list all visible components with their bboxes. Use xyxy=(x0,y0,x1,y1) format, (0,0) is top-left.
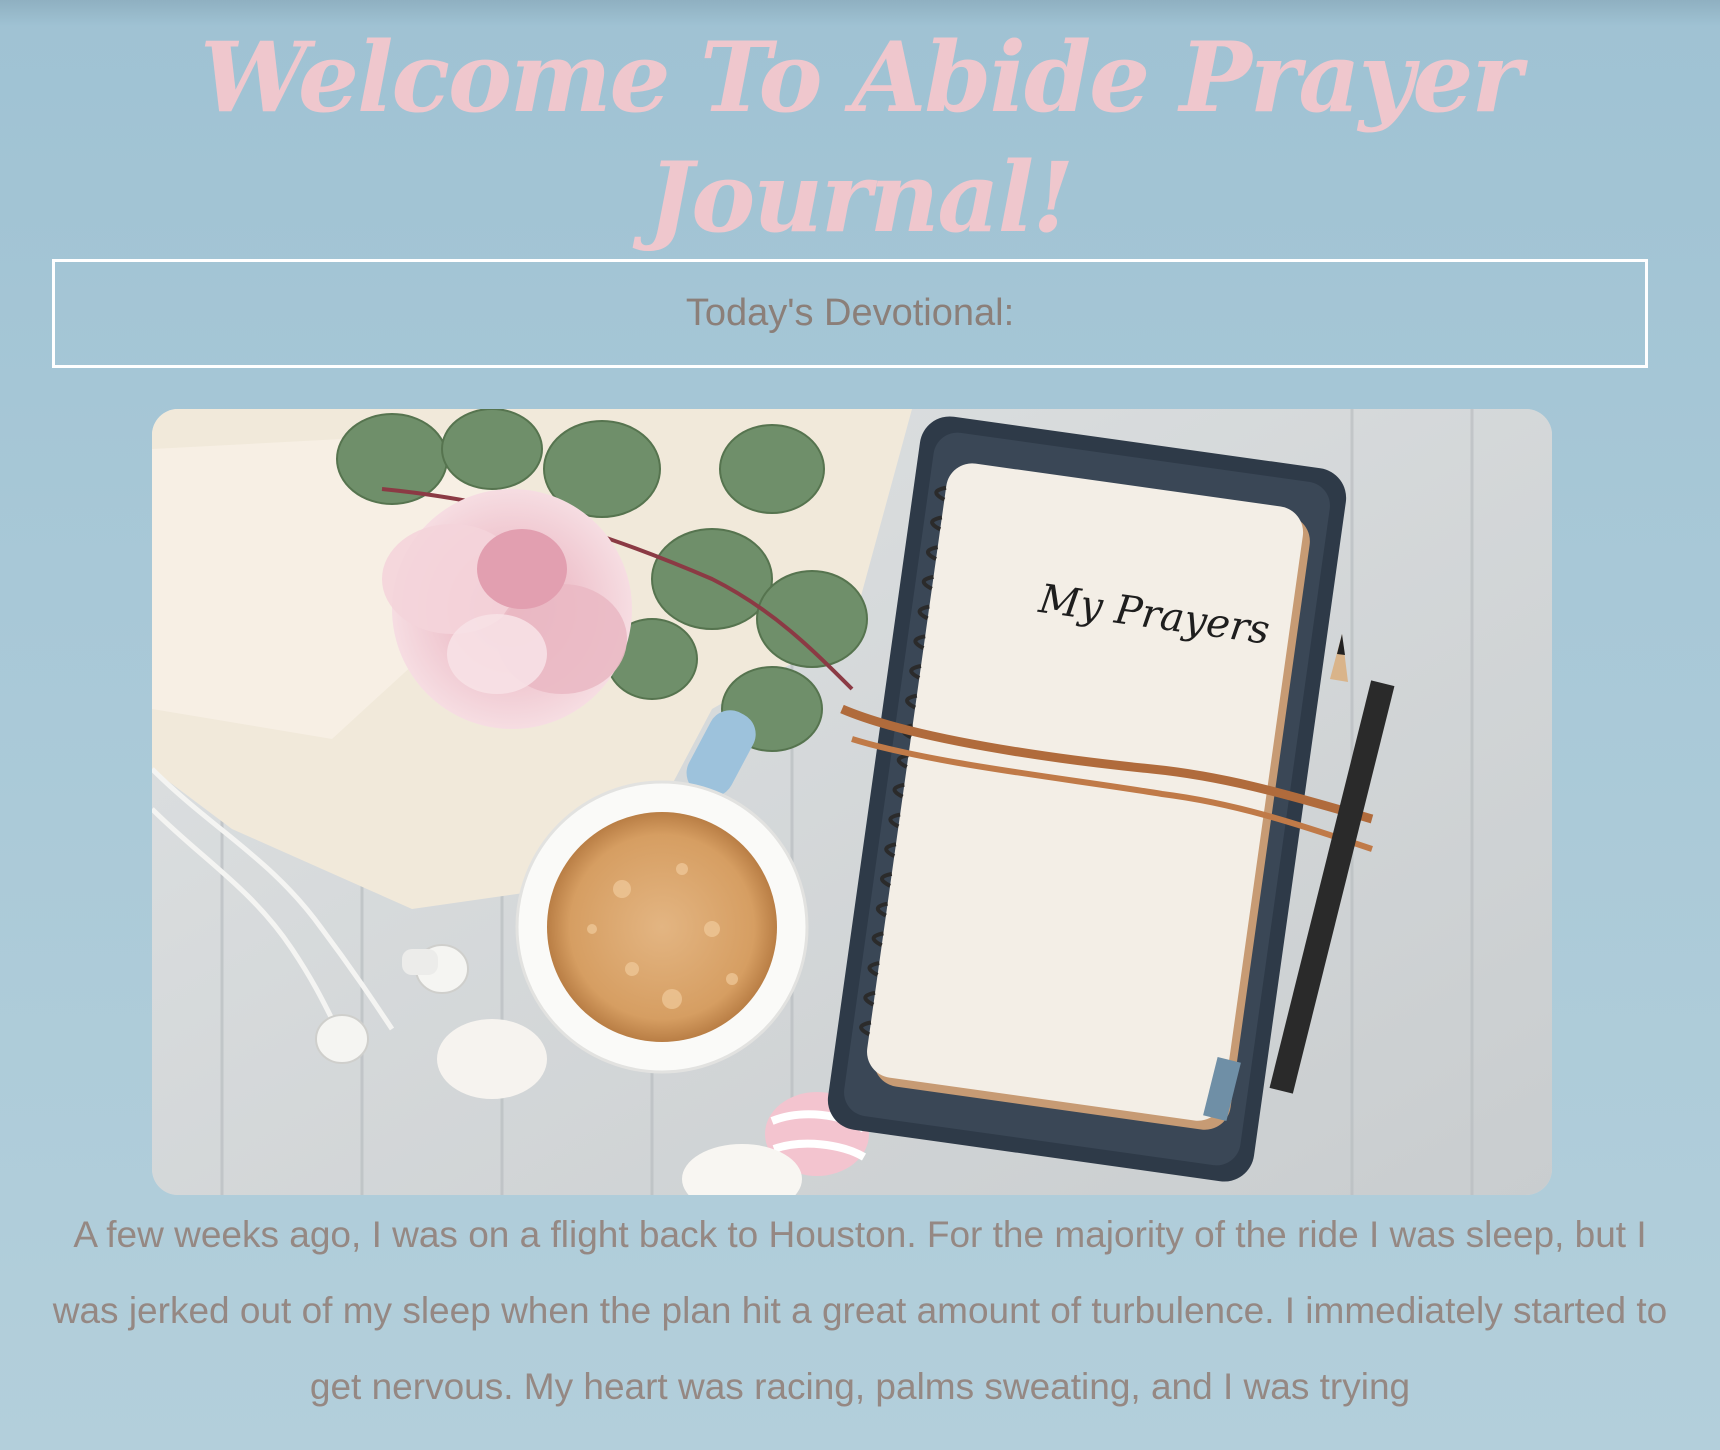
hero-illustration: My Prayers xyxy=(152,409,1552,1195)
page-title: Welcome To Abide Prayer Journal! xyxy=(199,21,1522,254)
devotional-label: Today's Devotional: xyxy=(685,292,1015,334)
devotional-box: Today's Devotional: xyxy=(52,259,1648,368)
devotional-story-text: A few weeks ago, I was on a flight back … xyxy=(52,1214,1668,1407)
journal-flatlay-image: My Prayers xyxy=(152,409,1552,1195)
